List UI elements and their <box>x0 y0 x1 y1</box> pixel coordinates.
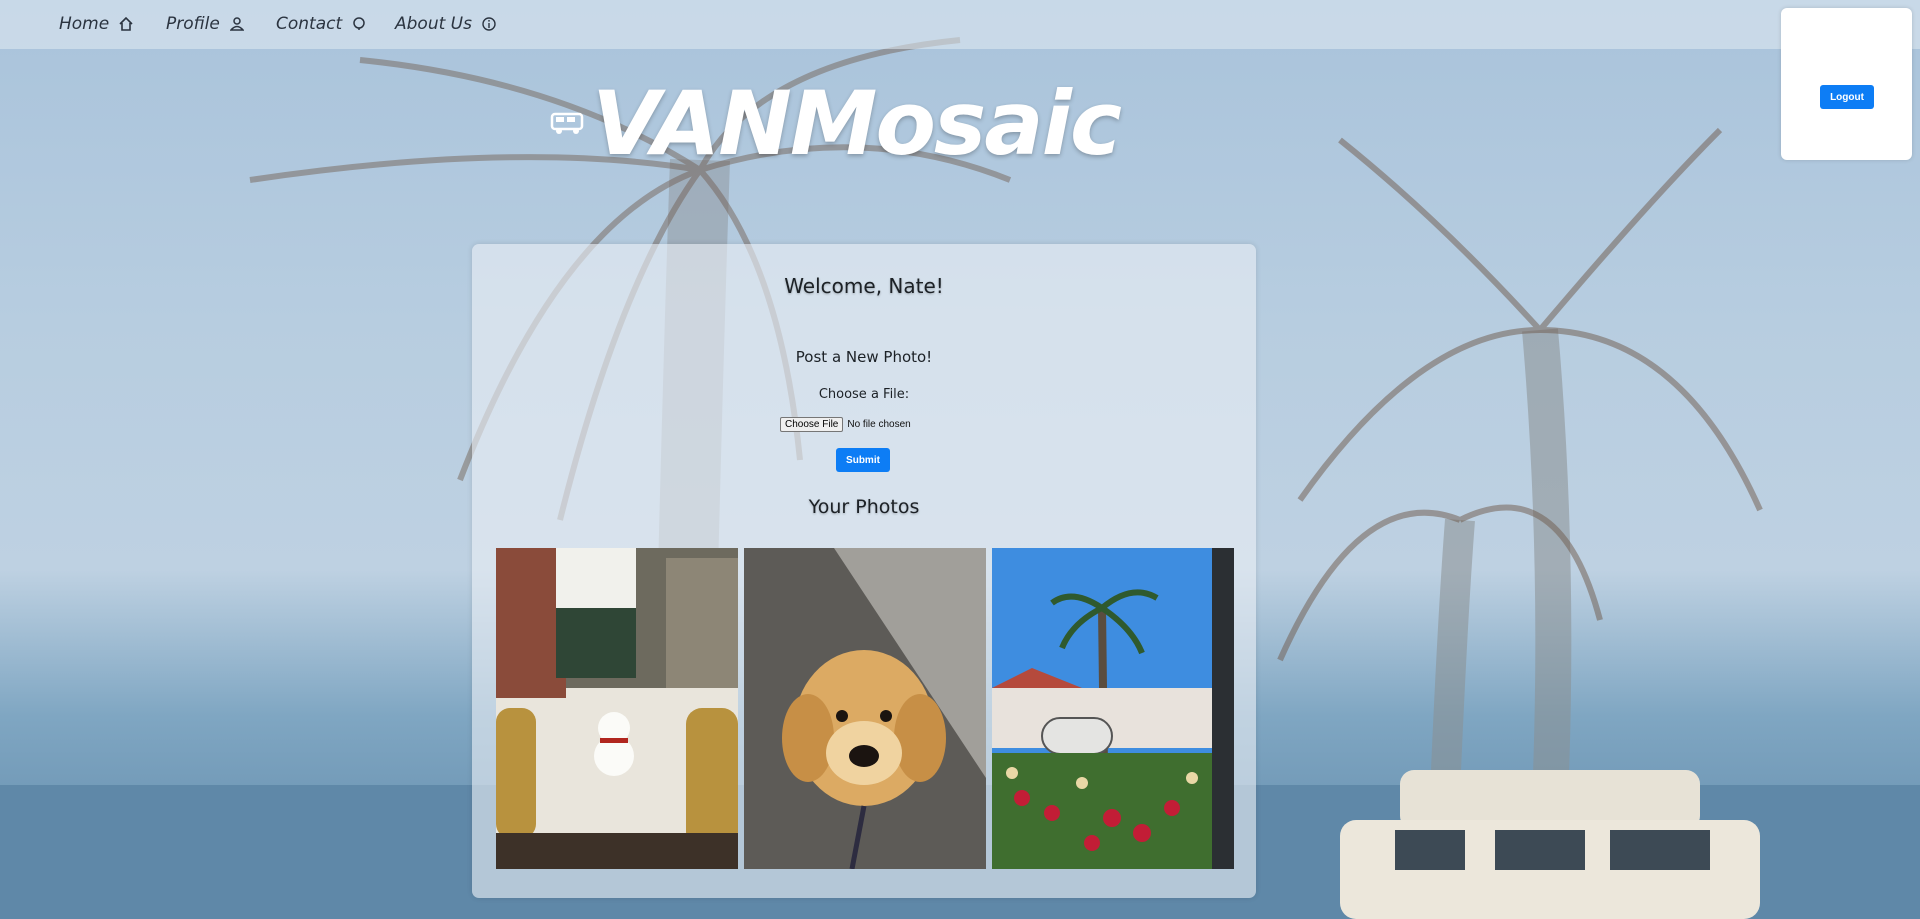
brand-header: VANMosaic <box>550 72 1122 175</box>
nav-profile-label: Profile <box>166 14 220 34</box>
top-nav-bar: Home Profile Contact About Us <box>0 0 1920 49</box>
snowman-village-photo <box>496 548 738 869</box>
choose-file-label: Choose a File: <box>818 387 910 402</box>
nav-contact-label: Contact <box>276 14 343 34</box>
van-icon <box>550 112 584 134</box>
account-panel: Logout <box>1781 8 1912 160</box>
nav-about-label: About Us <box>395 14 472 34</box>
main-card: Welcome, Nate! Post a New Photo! Choose … <box>472 244 1256 898</box>
photo-tile-2[interactable] <box>744 548 986 869</box>
photo-tile-1[interactable] <box>496 548 738 869</box>
coronado-sign-palm-photo <box>992 548 1234 869</box>
info-icon <box>482 17 496 31</box>
file-input: Choose File No file chosen <box>780 417 911 432</box>
nav-home-label: Home <box>59 14 110 34</box>
submit-button[interactable]: Submit <box>836 448 890 472</box>
van-illustration <box>1340 770 1760 919</box>
your-photos-heading: Your Photos <box>808 496 920 518</box>
photo-tile-3[interactable] <box>992 548 1234 869</box>
nav-home-link[interactable]: Home <box>59 13 133 35</box>
nav-about-link[interactable]: About Us <box>395 13 496 35</box>
file-status-text: No file chosen <box>847 419 911 430</box>
chat-icon <box>353 17 365 30</box>
golden-retriever-puppy-photo <box>744 548 986 869</box>
logout-button[interactable]: Logout <box>1820 85 1874 109</box>
home-icon <box>119 17 133 31</box>
nav-contact-link[interactable]: Contact <box>276 13 366 35</box>
choose-file-button[interactable]: Choose File <box>780 417 844 432</box>
post-photo-heading: Post a New Photo! <box>795 348 933 366</box>
welcome-heading: Welcome, Nate! <box>784 274 944 298</box>
person-icon <box>229 17 244 31</box>
brand-title: VANMosaic <box>592 71 1122 175</box>
nav-profile-link[interactable]: Profile <box>166 13 244 35</box>
